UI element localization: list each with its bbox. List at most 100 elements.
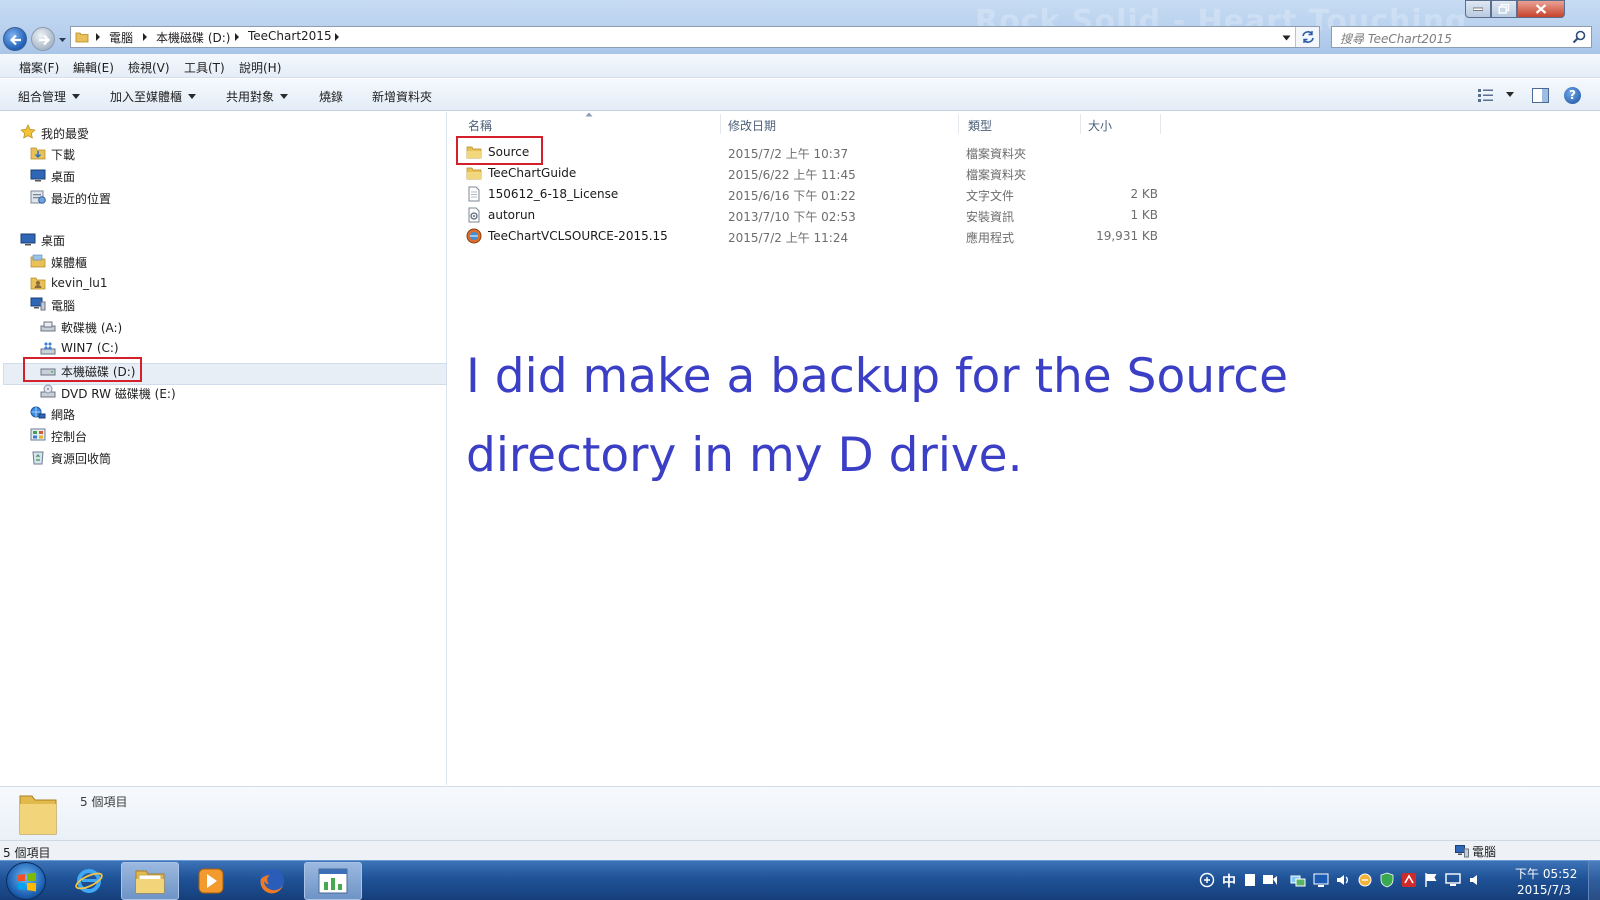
ime-tool-icon[interactable] — [1199, 872, 1215, 888]
taskbar-internet-explorer[interactable] — [60, 862, 118, 900]
address-bar[interactable]: 電腦 本機磁碟 (D:) TeeChart2015 — [70, 26, 1320, 48]
clock-time[interactable]: 下午 05:52 — [1515, 865, 1577, 882]
ime-options-icon[interactable] — [1262, 872, 1278, 888]
file-date: 2015/6/22 上午 11:45 — [728, 168, 856, 182]
back-button[interactable] — [3, 27, 27, 51]
file-name: TeeChartVCLSOURCE-2015.15 — [488, 229, 668, 243]
floppy-drive-icon — [40, 321, 56, 332]
folder-large-icon — [19, 795, 57, 835]
antivirus-icon[interactable] — [1401, 872, 1417, 888]
file-date: 2015/7/2 上午 10:37 — [728, 147, 849, 161]
taskbar-firefox[interactable] — [243, 862, 301, 900]
status-location: 電腦 — [1455, 843, 1496, 860]
table-row[interactable]: 150612_6-18_License 2015/6/16 下午 01:22 文… — [448, 184, 1600, 205]
help-icon[interactable]: ? — [1564, 87, 1581, 104]
taskbar-windows-explorer[interactable] — [121, 862, 179, 900]
file-size: 1 KB — [1130, 208, 1158, 222]
table-row[interactable]: Source 2015/7/2 上午 10:37 檔案資料夾 — [448, 142, 1600, 163]
window-controls — [1465, 0, 1595, 19]
column-divider[interactable] — [958, 114, 959, 134]
column-divider[interactable] — [1160, 114, 1161, 134]
menu-file[interactable]: 檔案(F) — [19, 59, 59, 76]
network-status-icon[interactable] — [1290, 872, 1306, 888]
security-shield-icon[interactable] — [1379, 872, 1395, 888]
preview-pane-icon[interactable] — [1532, 88, 1549, 103]
menu-view[interactable]: 檢視(V) — [128, 59, 170, 76]
speaker-icon[interactable] — [1467, 872, 1483, 888]
full-width-toggle-icon[interactable] — [1242, 872, 1258, 888]
column-header-size[interactable]: 大小 — [1088, 117, 1112, 134]
change-view-icon[interactable] — [1478, 88, 1494, 102]
explorer-folder-icon — [135, 870, 165, 894]
breadcrumb-chevron-icon[interactable] — [142, 32, 148, 42]
annotation-line-2: directory in my D drive. — [466, 428, 1023, 483]
file-name: TeeChartGuide — [488, 166, 577, 180]
breadcrumb-chevron-icon[interactable] — [95, 32, 101, 42]
address-history-dropdown-icon[interactable] — [1282, 35, 1291, 41]
user-folder-icon — [30, 277, 46, 290]
menu-help[interactable]: 說明(H) — [239, 59, 281, 76]
windows-logo-icon — [18, 872, 36, 892]
burn-button[interactable]: 燒錄 — [319, 88, 343, 105]
command-bar: 組合管理 加入至媒體櫃 共用對象 燒錄 新增資料夾 ? — [0, 79, 1600, 111]
breadcrumb-teechart2015[interactable]: TeeChart2015 — [248, 29, 332, 43]
file-size: 19,931 KB — [1096, 229, 1158, 243]
action-center-flag-icon[interactable] — [1423, 872, 1439, 888]
forward-button[interactable] — [31, 27, 55, 51]
column-header-date[interactable]: 修改日期 — [728, 117, 776, 134]
table-row[interactable]: autorun 2013/7/10 下午 02:53 安裝資訊 1 KB — [448, 205, 1600, 226]
sync-icon[interactable] — [1357, 872, 1373, 888]
column-header-name[interactable]: 名稱 — [468, 117, 492, 134]
desktop-icon — [30, 169, 46, 182]
search-icon[interactable] — [1572, 30, 1586, 44]
column-header-type[interactable]: 類型 — [968, 117, 992, 134]
star-icon — [20, 124, 36, 139]
breadcrumb-chevron-icon[interactable] — [334, 32, 340, 42]
nav-label: 下載 — [51, 148, 76, 162]
show-desktop-button[interactable] — [1588, 861, 1600, 900]
nav-label: 電腦 — [51, 299, 76, 313]
taskbar: 中 下午 05:52 2015/7/3 — [0, 860, 1600, 900]
refresh-button[interactable] — [1295, 27, 1319, 47]
libraries-icon — [30, 254, 46, 268]
menu-edit[interactable]: 編輯(E) — [73, 59, 114, 76]
recent-pages-dropdown-icon[interactable] — [58, 35, 67, 44]
status-location-label: 電腦 — [1472, 845, 1497, 859]
file-date: 2015/7/2 上午 11:24 — [728, 231, 849, 245]
close-button[interactable] — [1517, 0, 1565, 18]
volume-icon[interactable] — [1335, 872, 1351, 888]
share-with-label: 共用對象 — [226, 90, 275, 104]
breadcrumb-drive-d[interactable]: 本機磁碟 (D:) — [156, 29, 230, 46]
menu-tools[interactable]: 工具(T) — [184, 59, 225, 76]
clock-date[interactable]: 2015/7/3 — [1517, 883, 1571, 897]
include-in-library-button[interactable]: 加入至媒體櫃 — [110, 88, 197, 105]
breadcrumb-computer[interactable]: 電腦 — [109, 29, 133, 46]
breadcrumb-chevron-icon[interactable] — [234, 32, 240, 42]
restore-icon — [1498, 4, 1510, 14]
share-with-button[interactable]: 共用對象 — [226, 88, 289, 105]
system-drive-icon — [40, 342, 56, 355]
search-placeholder: 搜尋 TeeChart2015 — [1340, 32, 1452, 46]
new-folder-button[interactable]: 新增資料夾 — [372, 88, 432, 105]
restore-button[interactable] — [1491, 0, 1517, 18]
navigation-pane: 我的最愛 下載 桌面 最近的位置 桌面 媒體櫃 kevin_lu1 電腦 軟碟機… — [0, 112, 447, 785]
minimize-icon — [1473, 7, 1483, 11]
drive-d-highlight-box — [23, 357, 142, 382]
display-icon[interactable] — [1313, 872, 1329, 888]
column-divider[interactable] — [720, 114, 721, 134]
organize-button[interactable]: 組合管理 — [18, 88, 81, 105]
arrow-left-icon — [9, 34, 21, 46]
ime-mode-label[interactable]: 中 — [1222, 871, 1236, 891]
table-row[interactable]: TeeChartGuide 2015/6/22 上午 11:45 檔案資料夾 — [448, 163, 1600, 184]
column-divider[interactable] — [1080, 114, 1081, 134]
table-row[interactable]: TeeChartVCLSOURCE-2015.15 2015/7/2 上午 11… — [448, 226, 1600, 247]
view-options-dropdown-icon[interactable] — [1506, 92, 1514, 97]
refresh-icon — [1302, 31, 1314, 43]
start-button[interactable] — [6, 862, 46, 900]
taskbar-chart-app[interactable] — [304, 862, 362, 900]
taskbar-media-player[interactable] — [182, 862, 240, 900]
include-library-label: 加入至媒體櫃 — [110, 90, 183, 104]
search-input[interactable]: 搜尋 TeeChart2015 — [1331, 26, 1592, 48]
minimize-button[interactable] — [1465, 0, 1491, 18]
network-connection-icon[interactable] — [1445, 872, 1461, 888]
